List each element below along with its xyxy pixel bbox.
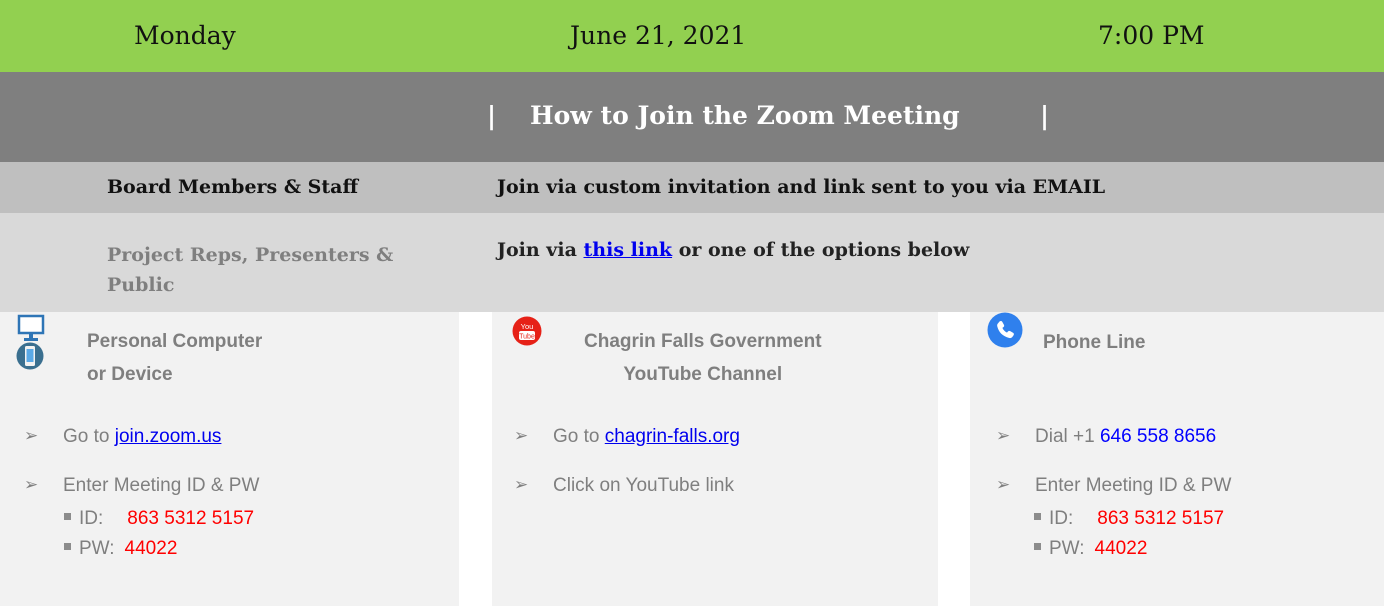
chagrin-falls-link[interactable]: chagrin-falls.org: [605, 426, 740, 447]
youtube-icon-text-bottom: Tube: [519, 334, 535, 341]
youtube-heading: Chagrin Falls Government YouTube Channel: [584, 325, 822, 391]
computer-heading: Personal Computer or Device: [87, 325, 262, 391]
password-value: 44022: [124, 538, 178, 559]
board-audience-label: Board Members & Staff: [107, 176, 359, 198]
square-bullet-icon: [1034, 513, 1041, 520]
computer-step-1-prefix: Go to: [63, 426, 110, 447]
smartphone-icon: [16, 342, 44, 370]
meeting-day: Monday: [134, 21, 236, 50]
zoom-site-link[interactable]: join.zoom.us: [115, 426, 222, 447]
arrow-bullet-icon: ➢: [24, 475, 39, 494]
id-label: ID:: [79, 508, 104, 529]
join-suffix: or one of the options below: [678, 239, 970, 261]
zoom-join-link[interactable]: this link: [584, 239, 673, 261]
dial-in-number[interactable]: 646 558 8656: [1100, 426, 1216, 447]
date-bar: Monday June 21, 2021 7:00 PM: [0, 0, 1384, 72]
phone-step-2-text: Enter Meeting ID & PW: [1035, 475, 1232, 496]
arrow-bullet-icon: ➢: [514, 475, 529, 494]
phone-meeting-id: ID: 863 5312 5157: [1034, 508, 1224, 530]
id-label: ID:: [1049, 508, 1074, 529]
meeting-id-value: 863 5312 5157: [127, 508, 255, 529]
password-value: 44022: [1094, 538, 1148, 559]
computer-heading-line1: Personal Computer: [87, 331, 263, 352]
phone-column: Phone Line ➢ Dial +1 646 558 8656 ➢ Ente…: [970, 312, 1384, 606]
square-bullet-icon: [1034, 543, 1041, 550]
title-divider-right: |: [1040, 101, 1050, 130]
page-title: How to Join the Zoom Meeting: [530, 101, 960, 130]
youtube-step-2-text: Click on YouTube link: [553, 475, 734, 496]
youtube-icon-text-top: You: [521, 322, 534, 331]
computer-column: Personal Computer or Device ➢ Go to join…: [0, 312, 459, 606]
board-join-instructions: Join via custom invitation and link sent…: [497, 176, 1106, 198]
computer-meeting-id: ID: 863 5312 5157: [64, 508, 254, 530]
arrow-bullet-icon: ➢: [996, 475, 1011, 494]
youtube-heading-line2: YouTube Channel: [623, 364, 783, 385]
title-divider-left: |: [487, 101, 497, 130]
arrow-bullet-icon: ➢: [996, 426, 1011, 445]
computer-heading-line2: or Device: [87, 364, 173, 385]
computer-password: PW: 44022: [64, 538, 177, 560]
public-join-instructions: Join via this link or one of the options…: [497, 239, 969, 261]
phone-password: PW: 44022: [1034, 538, 1147, 560]
phone-heading: Phone Line: [1043, 332, 1146, 353]
pw-label: PW:: [1049, 538, 1085, 559]
meeting-id-value: 863 5312 5157: [1097, 508, 1225, 529]
youtube-column: You Tube Chagrin Falls Government YouTub…: [492, 312, 938, 606]
youtube-step-1-prefix: Go to: [553, 426, 600, 447]
phone-step-1-prefix: Dial +1: [1035, 426, 1095, 447]
meeting-time: 7:00 PM: [1098, 21, 1205, 50]
pw-label: PW:: [79, 538, 115, 559]
phone-icon: [987, 312, 1023, 348]
public-row: Project Reps, Presenters & Public Join v…: [0, 213, 1384, 312]
monitor-icon: [17, 314, 45, 341]
board-members-row: Board Members & Staff Join via custom in…: [0, 162, 1384, 213]
youtube-heading-line1: Chagrin Falls Government: [584, 331, 822, 352]
join-prefix: Join via: [497, 239, 577, 261]
meeting-date: June 21, 2021: [570, 21, 747, 50]
youtube-icon: You Tube: [512, 316, 542, 346]
arrow-bullet-icon: ➢: [24, 426, 39, 445]
square-bullet-icon: [64, 513, 71, 520]
public-audience-label: Project Reps, Presenters & Public: [107, 244, 394, 296]
computer-step-2-text: Enter Meeting ID & PW: [63, 475, 260, 496]
arrow-bullet-icon: ➢: [514, 426, 529, 445]
title-bar: | How to Join the Zoom Meeting |: [0, 72, 1384, 162]
square-bullet-icon: [64, 543, 71, 550]
